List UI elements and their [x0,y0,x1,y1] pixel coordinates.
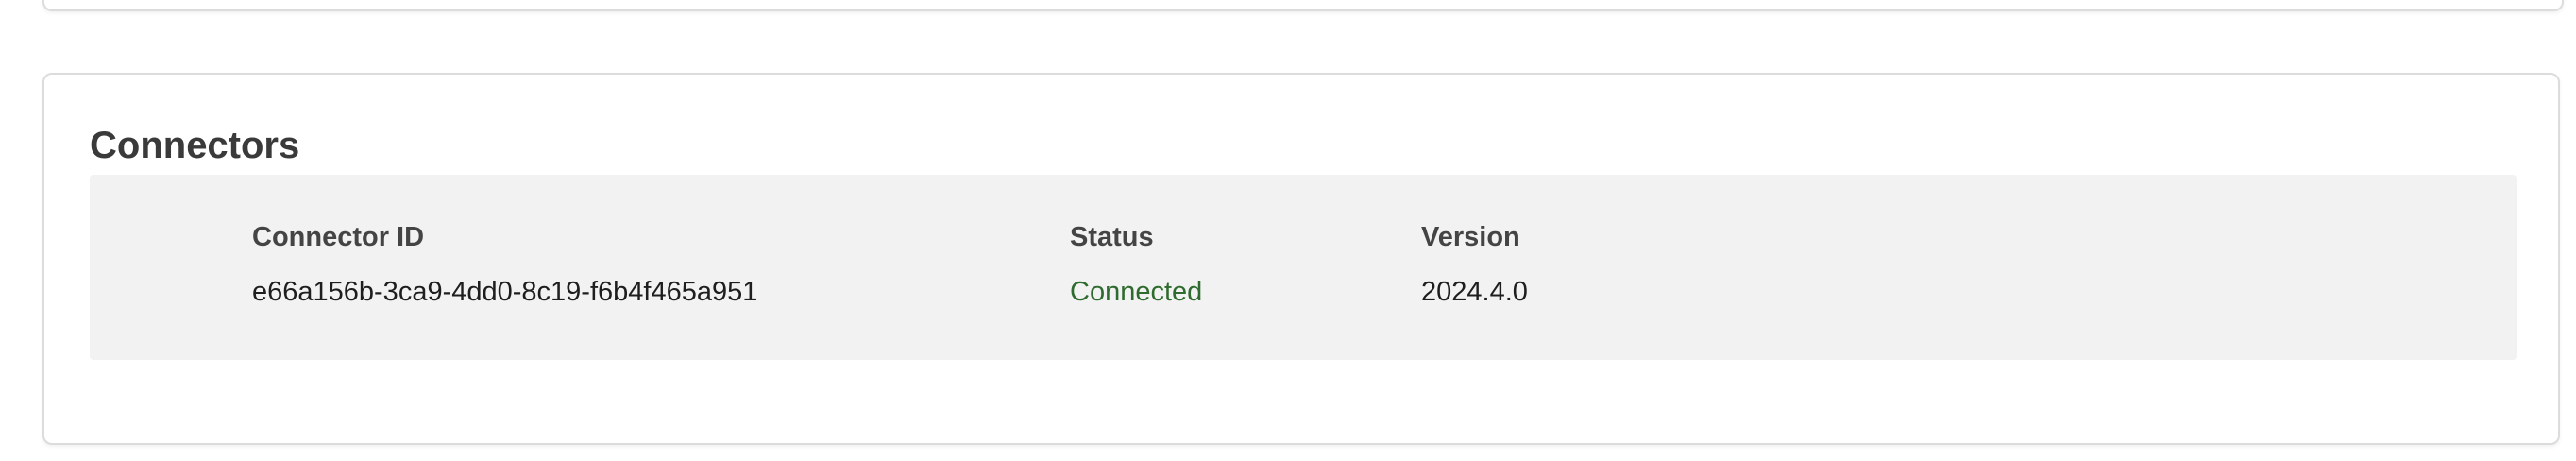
status-badge: Connected [1070,277,1203,307]
version-value: 2024.4.0 [1421,277,1528,307]
connector-id-value: e66a156b-3ca9-4dd0-8c19-f6b4f465a951 [252,277,758,307]
status-column: Status Connected [1070,220,1202,309]
connector-id-column: Connector ID e66a156b-3ca9-4dd0-8c19-f6b… [252,220,757,309]
connectors-table: Connector ID e66a156b-3ca9-4dd0-8c19-f6b… [90,175,2517,360]
connector-id-header: Connector ID [252,222,425,252]
version-column: Version 2024.4.0 [1421,220,1528,309]
previous-card-bottom [42,0,2564,11]
version-header: Version [1421,222,1520,252]
status-header: Status [1070,222,1154,252]
connectors-card: Connectors Connector ID e66a156b-3ca9-4d… [42,73,2560,445]
connectors-title: Connectors [90,125,300,166]
